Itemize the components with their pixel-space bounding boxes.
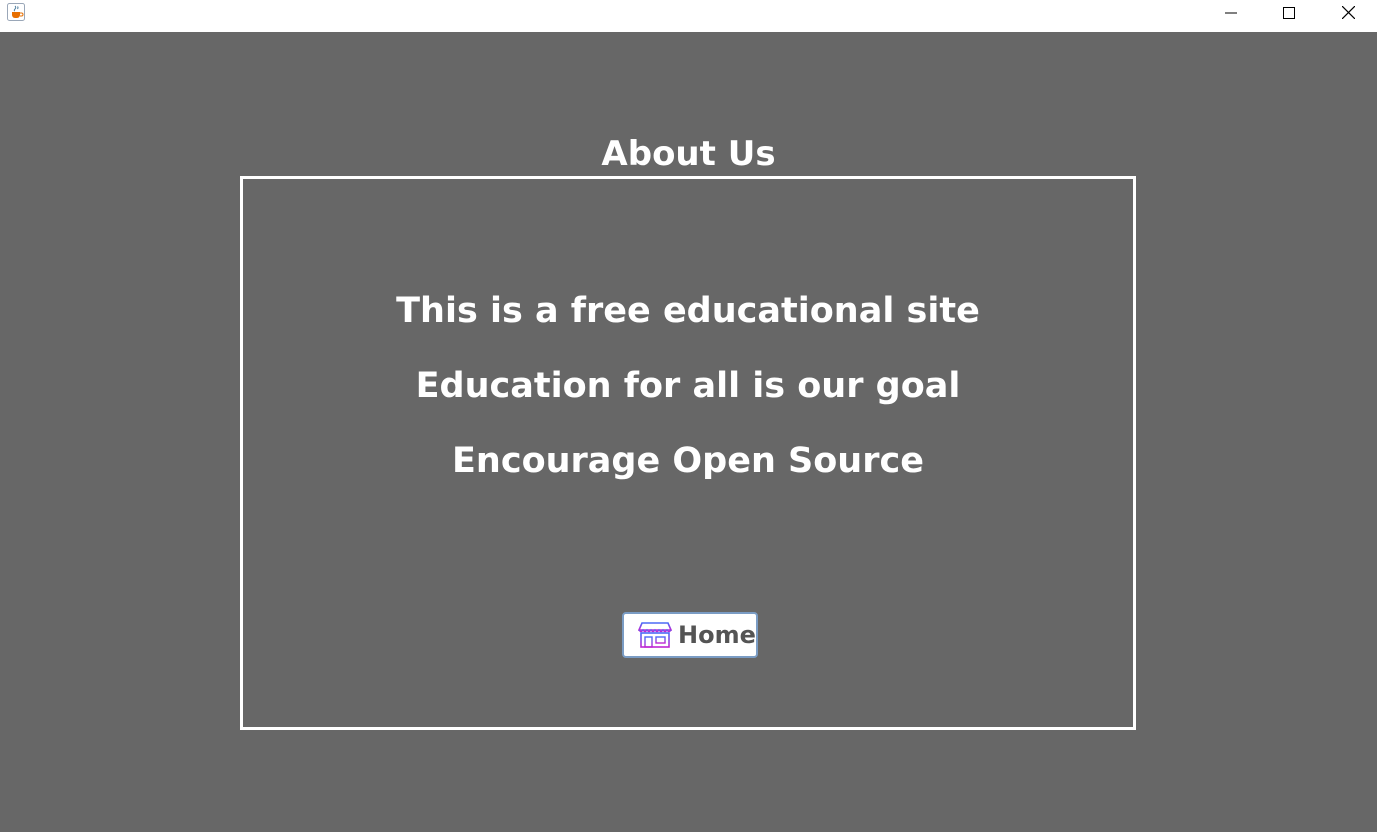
java-cup-icon xyxy=(7,3,25,21)
about-line-3: Encourage Open Source xyxy=(452,441,924,481)
minimize-button[interactable] xyxy=(1208,0,1254,26)
maximize-icon xyxy=(1283,4,1295,23)
page-title: About Us xyxy=(601,134,776,174)
close-icon xyxy=(1341,4,1355,23)
close-button[interactable] xyxy=(1325,0,1371,26)
about-line-2: Education for all is our goal xyxy=(415,366,961,406)
app-window: About Us This is a free educational site… xyxy=(0,0,1377,832)
home-button-label: Home xyxy=(678,621,756,649)
maximize-button[interactable] xyxy=(1266,0,1312,26)
store-icon xyxy=(637,621,673,649)
minimize-icon xyxy=(1225,4,1237,23)
title-bar[interactable] xyxy=(0,0,1377,32)
about-line-1: This is a free educational site xyxy=(396,291,980,331)
home-button[interactable]: Home xyxy=(622,612,758,658)
